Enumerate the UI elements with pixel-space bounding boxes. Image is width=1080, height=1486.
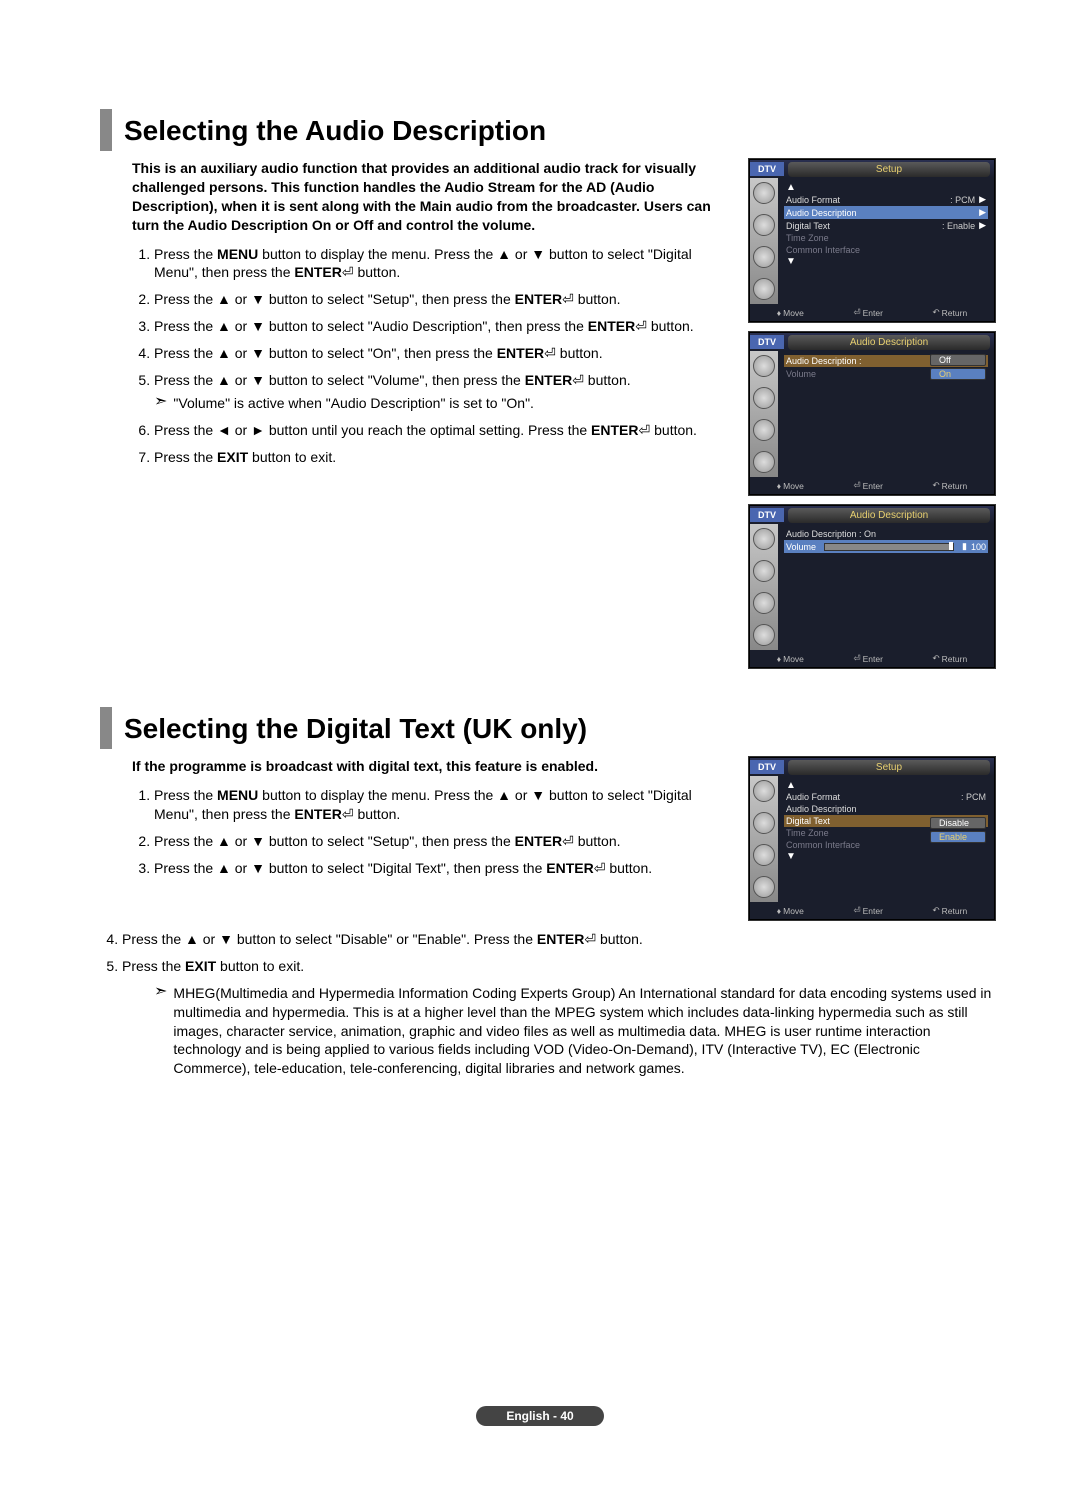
step-1-4: Press the ▲ or ▼ button to select "On", …: [154, 344, 729, 363]
step-2-3: Press the ▲ or ▼ button to select "Digit…: [154, 859, 729, 878]
osd-title: Setup: [788, 162, 990, 177]
osd-sidebar-icon: [753, 387, 775, 409]
osd-dtv-badge: DTV: [750, 760, 784, 774]
enter-icon: ⏎: [562, 832, 574, 851]
osd-setup-2: DTV Setup ▲ Audio Format: PCM Audio Desc…: [749, 757, 995, 920]
osd-sidebar-icon: [753, 780, 775, 802]
steps-list-2: Press the MENU button to display the men…: [132, 786, 729, 878]
osd-sidebar-icon: [753, 592, 775, 614]
osd-sidebar: [750, 351, 778, 477]
section-title-1: Selecting the Audio Description: [100, 109, 995, 151]
enter-icon: ⏎: [562, 290, 574, 309]
step-2-1: Press the MENU button to display the men…: [154, 786, 729, 824]
osd-sidebar-icon: [753, 624, 775, 646]
step-1-7: Press the EXIT button to exit.: [154, 448, 729, 467]
osd-sidebar-icon: [753, 278, 775, 300]
osd-sidebar: [750, 524, 778, 650]
option-enable: Enable: [930, 831, 986, 843]
option-disable: Disable: [930, 817, 986, 829]
osd-sidebar-icon: [753, 419, 775, 441]
step-1-2: Press the ▲ or ▼ button to select "Setup…: [154, 290, 729, 309]
option-off: Off: [930, 354, 986, 366]
osd-title: Audio Description: [788, 508, 990, 523]
osd-dtv-badge: DTV: [750, 162, 784, 176]
osd-sidebar-icon: [753, 246, 775, 268]
option-on: On: [930, 368, 986, 380]
osd-dtv-badge: DTV: [750, 335, 784, 349]
osd-dtv-badge: DTV: [750, 508, 784, 522]
enter-icon: ⏎: [639, 421, 651, 440]
osd-sidebar-icon: [753, 528, 775, 550]
enter-icon: ⏎: [544, 344, 556, 363]
osd-sidebar-icon: [753, 182, 775, 204]
step-2-4: Press the ▲ or ▼ button to select "Disab…: [122, 930, 995, 949]
osd-sidebar-icon: [753, 876, 775, 898]
osd-setup-1: DTV Setup ▲ Audio Format: PCM▶ Audio Des…: [749, 159, 995, 322]
mheg-note: ➣ MHEG(Multimedia and Hypermedia Informa…: [100, 984, 995, 1078]
step-1-5: Press the ▲ or ▼ button to select "Volum…: [154, 371, 729, 413]
scroll-down-icon: ▼: [784, 256, 988, 267]
section-title-2: Selecting the Digital Text (UK only): [100, 707, 995, 749]
scroll-up-icon: ▲: [784, 780, 988, 791]
osd-title: Audio Description: [788, 335, 990, 350]
osd-sidebar-icon: [753, 451, 775, 473]
osd-sidebar-icon: [753, 355, 775, 377]
note-1: ➣ "Volume" is active when "Audio Descrip…: [154, 394, 729, 413]
osd-ad-1: DTV Audio Description Audio Description …: [749, 332, 995, 495]
enter-icon: ⏎: [584, 930, 596, 949]
scroll-down-icon: ▼: [784, 851, 988, 862]
osd-sidebar-icon: [753, 560, 775, 582]
osd-sidebar-icon: [753, 812, 775, 834]
note-icon: ➣: [154, 394, 167, 413]
steps-list-1: Press the MENU button to display the men…: [132, 245, 729, 467]
osd-row-highlight: Audio Description▶: [784, 206, 988, 219]
intro-2: If the programme is broadcast with digit…: [132, 757, 729, 776]
osd-sidebar: [750, 776, 778, 902]
steps-list-2-cont: Press the ▲ or ▼ button to select "Disab…: [100, 930, 995, 976]
scroll-up-icon: ▲: [784, 182, 988, 193]
osd-title: Setup: [788, 760, 990, 775]
osd-footer: ♦ Move ⏎ Enter ↶ Return: [750, 902, 994, 919]
step-1-3: Press the ▲ or ▼ button to select "Audio…: [154, 317, 729, 336]
intro-1: This is an auxiliary audio function that…: [132, 159, 729, 235]
osd-sidebar-icon: [753, 214, 775, 236]
enter-icon: ⏎: [572, 371, 584, 390]
page-number: English - 40: [476, 1406, 603, 1426]
osd-footer: ♦ Move ⏎ Enter ↶ Return: [750, 477, 994, 494]
enter-icon: ⏎: [594, 859, 606, 878]
step-1-6: Press the ◄ or ► button until you reach …: [154, 421, 729, 440]
step-2-5: Press the EXIT button to exit.: [122, 957, 995, 976]
volume-slider: [824, 543, 954, 551]
step-1-1: Press the MENU button to display the men…: [154, 245, 729, 283]
osd-sidebar: [750, 178, 778, 304]
enter-icon: ⏎: [342, 263, 354, 282]
enter-icon: ⏎: [342, 805, 354, 824]
note-icon: ➣: [154, 984, 167, 1078]
osd-sidebar-icon: [753, 844, 775, 866]
enter-icon: ⏎: [635, 317, 647, 336]
osd-footer: ♦ Move ⏎ Enter ↶ Return: [750, 304, 994, 321]
osd-row-highlight: Volume ▮100: [784, 540, 988, 553]
osd-ad-2: DTV Audio Description Audio Description …: [749, 505, 995, 668]
page-footer: English - 40: [0, 1406, 1080, 1426]
osd-footer: ♦ Move ⏎ Enter ↶ Return: [750, 650, 994, 667]
step-2-2: Press the ▲ or ▼ button to select "Setup…: [154, 832, 729, 851]
